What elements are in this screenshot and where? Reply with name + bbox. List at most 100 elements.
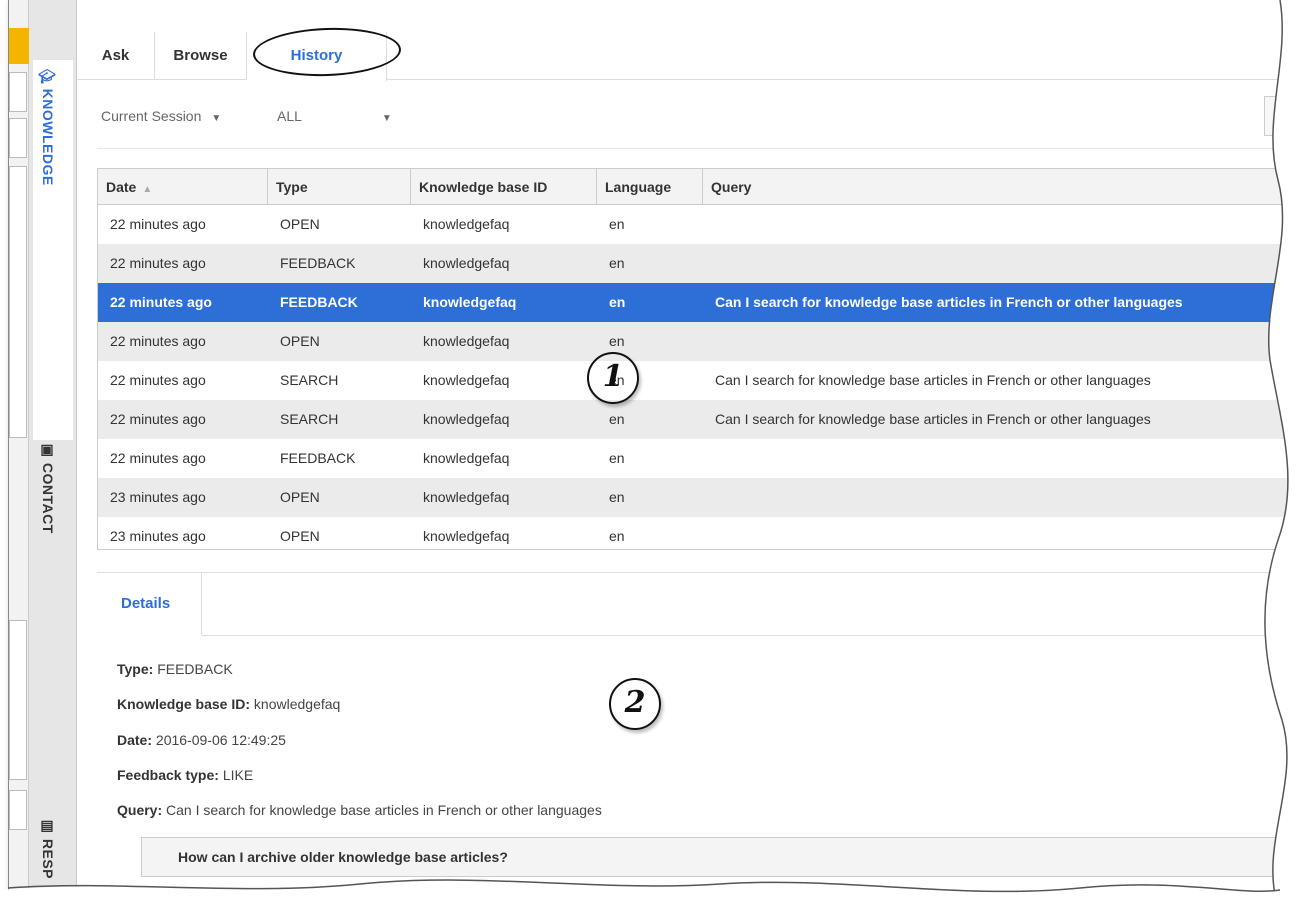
table-cell-date: 22 minutes ago [110, 372, 206, 388]
table-cell-type: OPEN [280, 528, 320, 544]
detail-type-value: FEEDBACK [157, 661, 233, 677]
table-cell-date: 22 minutes ago [110, 216, 206, 232]
table-cell-kb: knowledgefaq [423, 294, 517, 310]
detail-date-label: Date: [117, 732, 153, 748]
table-cell-kb: knowledgefaq [423, 450, 510, 466]
table-cell-lang: en [609, 489, 625, 505]
table-cell-date: 22 minutes ago [110, 411, 206, 427]
detail-date: Date: 2016-09-06 12:49:25 [117, 732, 286, 748]
table-cell-lang: en [609, 294, 626, 310]
left-panel-box [9, 166, 27, 438]
knowledge-panel: Ask Browse History Current Session ▼ ALL ▼… [77, 0, 1288, 900]
left-panel-accent [9, 28, 29, 64]
rail-contact-text: CONTACT [40, 462, 56, 534]
detail-feedback-value: LIKE [222, 767, 254, 783]
detail-kb-value: knowledgefaq [253, 696, 341, 712]
detail-kb-label: Knowledge base ID: [117, 696, 251, 712]
table-cell-query [703, 517, 1287, 549]
table-cell-query [703, 322, 1287, 361]
left-panel-field[interactable] [9, 72, 27, 112]
table-cell-type: FEEDBACK [280, 450, 356, 466]
detail-feedback-type: Feedback type: LIKE [117, 767, 253, 783]
left-panel-box [9, 620, 27, 780]
sort-ascending-icon: ▲ [142, 184, 153, 195]
table-cell-type: FEEDBACK [280, 255, 356, 271]
table-row[interactable]: 22 minutes ago FEEDBACK knowledgefaq en Can … [98, 283, 1287, 322]
tab-ask[interactable]: Ask [77, 32, 155, 80]
table-cell-type: OPEN [280, 333, 320, 349]
divider [97, 148, 1288, 149]
graduation-cap-icon: 🎓︎ [40, 66, 56, 89]
table-row[interactable]: 22 minutes ago OPEN knowledgefaq en [98, 322, 1287, 361]
rail-knowledge-label[interactable]: 🎓︎ KNOWLEDGE [40, 66, 56, 186]
column-header-language[interactable]: Language [597, 169, 703, 205]
table-row[interactable]: 23 minutes ago OPEN knowledgefaq en [98, 517, 1287, 549]
book-icon: ▤ [40, 818, 56, 839]
column-header-label: Date [106, 179, 137, 195]
table-cell-kb: knowledgefaq [423, 489, 510, 505]
left-panel-field[interactable] [9, 790, 27, 830]
table-cell-kb: knowledgefaq [423, 528, 510, 544]
column-header-date[interactable]: Date ▲ [98, 169, 268, 205]
table-row[interactable]: 23 minutes ago OPEN knowledgefaq en [98, 478, 1287, 517]
type-filter-dropdown[interactable]: ALL ▼ [277, 108, 392, 124]
detail-query: Query: Can I search for knowledge base a… [117, 802, 602, 818]
table-row[interactable]: 22 minutes ago SEARCH knowledgefaq en Can I … [98, 361, 1287, 400]
table-cell-type: SEARCH [280, 411, 339, 427]
annotation-marker-1: 1 [587, 352, 639, 404]
rail-contact-label[interactable]: ▣ CONTACT [40, 442, 56, 534]
filter-action-button[interactable] [1264, 96, 1288, 136]
left-panel-field[interactable] [9, 118, 27, 158]
table-cell-lang: en [609, 528, 625, 544]
detail-kb-id: Knowledge base ID: knowledgefaq [117, 696, 340, 712]
divider [202, 635, 1288, 636]
column-header-type[interactable]: Type [268, 169, 411, 205]
table-cell-query [703, 478, 1287, 517]
table-cell-query [703, 205, 1287, 244]
table-cell-kb: knowledgefaq [423, 372, 510, 388]
details-panel: Details Type: FEEDBACK Knowledge base ID… [97, 572, 1288, 900]
table-cell-query: Can I search for knowledge base articles… [715, 294, 1183, 310]
table-row[interactable]: 22 minutes ago OPEN knowledgefaq en [98, 205, 1287, 244]
rail-resp-text: RESP [40, 838, 56, 880]
session-filter-dropdown[interactable]: Current Session ▼ [101, 108, 221, 124]
contact-card-icon: ▣ [40, 442, 56, 463]
related-article-accordion[interactable]: How can I archive older knowledge base a… [141, 837, 1288, 877]
table-cell-kb: knowledgefaq [423, 333, 510, 349]
rail-knowledge-text: KNOWLEDGE [40, 88, 56, 186]
caret-down-icon: ▼ [381, 113, 392, 124]
table-cell-kb: knowledgefaq [423, 411, 510, 427]
column-header-label: Knowledge base ID [419, 179, 548, 195]
tab-browse[interactable]: Browse [155, 32, 247, 80]
table-cell-lang: en [609, 450, 625, 466]
column-header-query[interactable]: Query [703, 169, 1287, 205]
detail-query-label: Query: [117, 802, 163, 818]
table-cell-kb: knowledgefaq [423, 255, 510, 271]
column-header-label: Type [276, 179, 308, 195]
table-cell-lang: en [609, 216, 625, 232]
table-cell-type: OPEN [280, 489, 320, 505]
column-header-label: Language [605, 179, 672, 195]
column-header-label: Query [711, 179, 752, 195]
table-cell-date: 22 minutes ago [110, 333, 206, 349]
detail-type-label: Type: [117, 661, 154, 677]
session-filter-value: Current Session [101, 108, 202, 124]
table-cell-type: SEARCH [280, 372, 339, 388]
table-cell-query [703, 439, 1287, 478]
table-cell-date: 23 minutes ago [110, 528, 206, 544]
column-header-kb-id[interactable]: Knowledge base ID [411, 169, 597, 205]
type-filter-value: ALL [277, 108, 302, 124]
tab-details[interactable]: Details [97, 573, 202, 635]
detail-date-value: 2016-09-06 12:49:25 [155, 732, 286, 748]
table-cell-query: Can I search for knowledge base articles… [715, 372, 1151, 388]
caret-down-icon: ▼ [211, 113, 222, 124]
table-cell-date: 22 minutes ago [110, 255, 206, 271]
table-header: Date ▲ Type Knowledge base ID Language Qu… [98, 169, 1287, 205]
table-row[interactable]: 22 minutes ago FEEDBACK knowledgefaq en [98, 244, 1287, 283]
table-cell-kb: knowledgefaq [423, 216, 510, 232]
table-cell-lang: en [609, 411, 625, 427]
table-row[interactable]: 22 minutes ago SEARCH knowledgefaq en Can I … [98, 400, 1287, 439]
table-row[interactable]: 22 minutes ago FEEDBACK knowledgefaq en [98, 439, 1287, 478]
rail-resp-label[interactable]: ▤ RESP [40, 818, 56, 879]
table-cell-date: 22 minutes ago [110, 294, 212, 310]
